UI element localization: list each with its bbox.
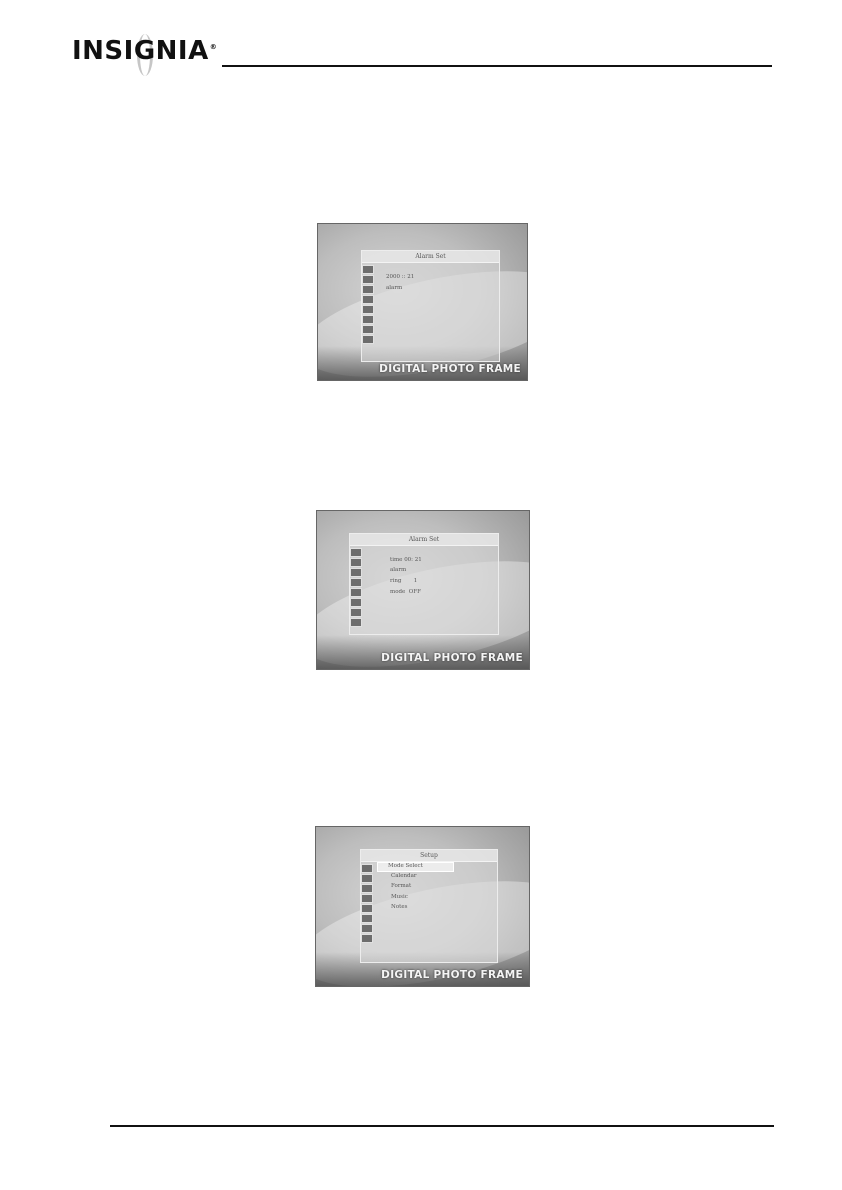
panel-title: Alarm Set [362, 251, 499, 263]
menu-line-mode[interactable]: mode OFF [390, 589, 421, 596]
menu-line-time[interactable]: 2000 :: 21 [386, 274, 414, 281]
menu-line-calendar[interactable]: Calendar [391, 873, 416, 880]
setup-icon[interactable] [362, 335, 374, 344]
setup-icon[interactable] [361, 934, 373, 943]
menu-sidebar [362, 263, 375, 361]
menu-sidebar [350, 546, 363, 634]
panel-title: Alarm Set [350, 534, 498, 546]
header-rule [222, 65, 772, 67]
screenshot-setup: Setup Mode Select Calendar Format Music … [315, 826, 530, 987]
clock-icon[interactable] [361, 904, 373, 913]
screenshot-alarm-set-2: Alarm Set time 00: 21 alarm ring 1 mode … [316, 510, 530, 670]
file-icon[interactable] [362, 325, 374, 334]
video-icon[interactable] [362, 285, 374, 294]
menu-line-alarm[interactable]: alarm [386, 285, 402, 292]
clock-icon[interactable] [362, 305, 374, 314]
screenshot-alarm-set-1: Alarm Set 2000 :: 21 alarm DIGITAL PHOTO… [317, 223, 528, 381]
video-icon[interactable] [350, 568, 362, 577]
menu-line-alarm[interactable]: alarm [390, 567, 406, 574]
video-icon[interactable] [361, 884, 373, 893]
music-icon[interactable] [361, 874, 373, 883]
alarm-icon[interactable] [350, 598, 362, 607]
menu-line-mode-select[interactable]: Mode Select [377, 862, 454, 872]
menu-line-music[interactable]: Music [391, 894, 408, 901]
photo-icon[interactable] [361, 864, 373, 873]
photo-icon[interactable] [350, 548, 362, 557]
frame-logo: DIGITAL PHOTO FRAME [381, 969, 523, 981]
alarm-icon[interactable] [362, 315, 374, 324]
frame-logo: DIGITAL PHOTO FRAME [381, 652, 523, 664]
calendar-icon[interactable] [361, 894, 373, 903]
menu-panel: Alarm Set time 00: 21 alarm ring 1 mode … [349, 533, 499, 635]
menu-line-format[interactable]: Format [391, 883, 411, 890]
footer-rule [110, 1125, 774, 1127]
clock-icon[interactable] [350, 588, 362, 597]
file-icon[interactable] [361, 924, 373, 933]
calendar-icon[interactable] [362, 295, 374, 304]
music-icon[interactable] [362, 275, 374, 284]
setup-icon[interactable] [350, 618, 362, 627]
music-icon[interactable] [350, 558, 362, 567]
frame-logo: DIGITAL PHOTO FRAME [379, 363, 521, 375]
menu-line-notes[interactable]: Notes [391, 904, 407, 911]
menu-line-ring[interactable]: ring 1 [390, 578, 417, 585]
alarm-icon[interactable] [361, 914, 373, 923]
menu-panel: Setup Mode Select Calendar Format Music … [360, 849, 498, 963]
menu-line-time[interactable]: time 00: 21 [390, 557, 422, 564]
brand-logo: INSIGNIA® [72, 36, 218, 66]
menu-panel: Alarm Set 2000 :: 21 alarm [361, 250, 500, 362]
menu-sidebar [361, 862, 374, 962]
calendar-icon[interactable] [350, 578, 362, 587]
photo-icon[interactable] [362, 265, 374, 274]
file-icon[interactable] [350, 608, 362, 617]
panel-title: Setup [361, 850, 497, 862]
